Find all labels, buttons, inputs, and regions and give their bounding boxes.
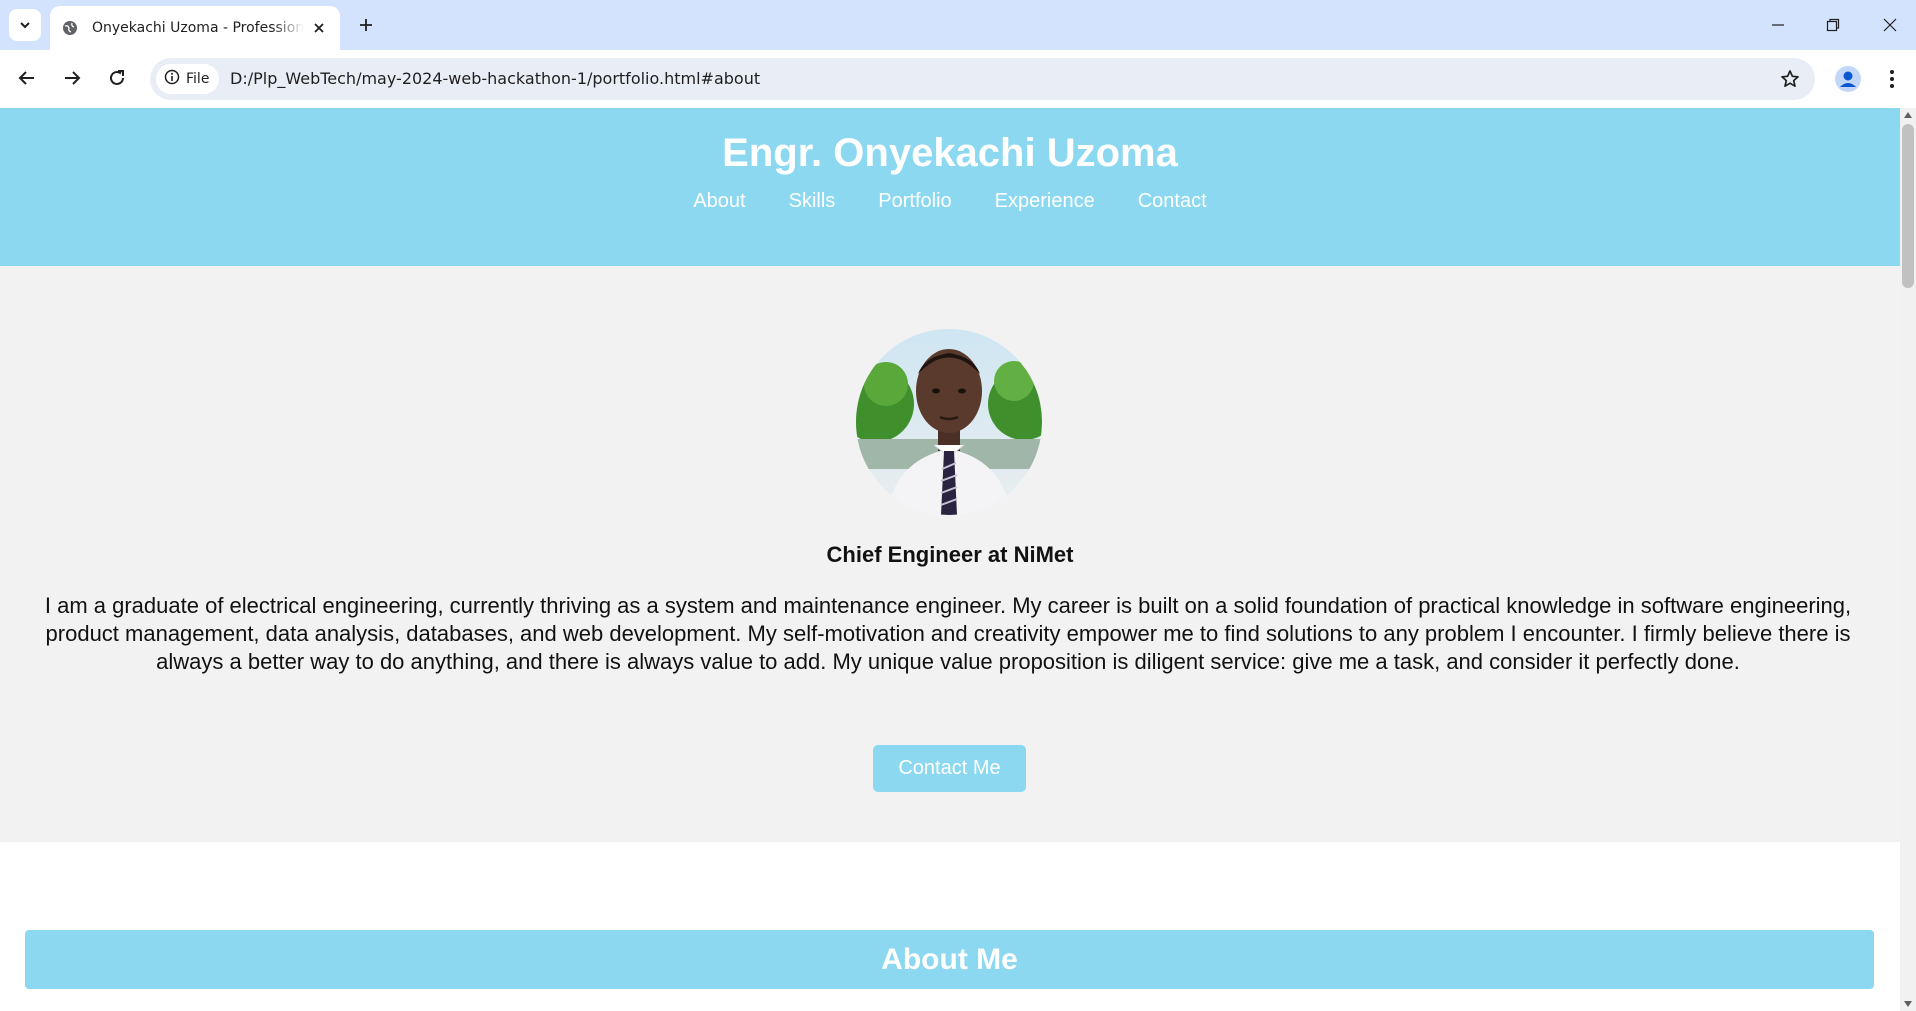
page-scrollbar[interactable] [1900,108,1916,1011]
profile-photo [856,329,1042,515]
role-title: Chief Engineer at NiMet [826,542,1074,567]
plus-icon[interactable] [354,13,378,37]
back-arrow-icon[interactable] [10,61,44,95]
site-chip-label: File [186,71,210,87]
about-me-heading: About Me [25,930,1874,989]
site-title: Engr. Onyekachi Uzoma [722,131,1178,175]
nav-link-skills[interactable]: Skills [789,190,836,213]
site-nav: About Skills Portfolio Experience Contac… [0,190,1900,213]
nav-link-portfolio[interactable]: Portfolio [878,190,951,213]
reload-icon[interactable] [100,61,134,95]
scroll-thumb[interactable] [1902,124,1914,288]
scroll-down-arrow-icon[interactable] [1904,1001,1912,1007]
minimize-icon[interactable] [1763,10,1793,40]
more-vert-icon[interactable] [1880,63,1904,95]
profile-icon[interactable] [1832,63,1864,95]
url-text[interactable]: D:/Plp_WebTech/may-2024-web-hackathon-1/… [230,69,760,88]
browser-toolbar: File D:/Plp_WebTech/may-2024-web-hackath… [0,50,1916,108]
info-icon [164,69,180,89]
hero-section: Chief Engineer at NiMet I am a graduate … [0,266,1900,842]
bio-text: I am a graduate of electrical engineerin… [44,593,1852,674]
scroll-up-arrow-icon[interactable] [1904,112,1912,118]
page-viewport: Engr. Onyekachi Uzoma About Skills Portf… [0,108,1900,1011]
window-close-icon[interactable] [1875,10,1905,40]
forward-arrow-icon[interactable] [55,61,89,95]
close-icon[interactable] [310,19,328,37]
nav-link-about[interactable]: About [693,190,745,213]
site-info-chip[interactable]: File [156,64,220,94]
browser-tab-strip: Onyekachi Uzoma - Professional Portfolio [0,0,1916,50]
address-bar[interactable]: File D:/Plp_WebTech/may-2024-web-hackath… [150,58,1815,100]
site-header: Engr. Onyekachi Uzoma About Skills Portf… [0,108,1900,266]
contact-me-button[interactable]: Contact Me [873,745,1026,792]
browser-tab-active[interactable]: Onyekachi Uzoma - Professional Portfolio [50,6,340,50]
star-icon[interactable] [1779,68,1801,90]
tab-search-icon[interactable] [9,9,41,41]
restore-icon[interactable] [1818,10,1848,40]
nav-link-contact[interactable]: Contact [1138,190,1207,213]
nav-link-experience[interactable]: Experience [995,190,1095,213]
tab-title: Onyekachi Uzoma - Professional Portfolio [92,20,304,36]
globe-icon [62,19,80,37]
